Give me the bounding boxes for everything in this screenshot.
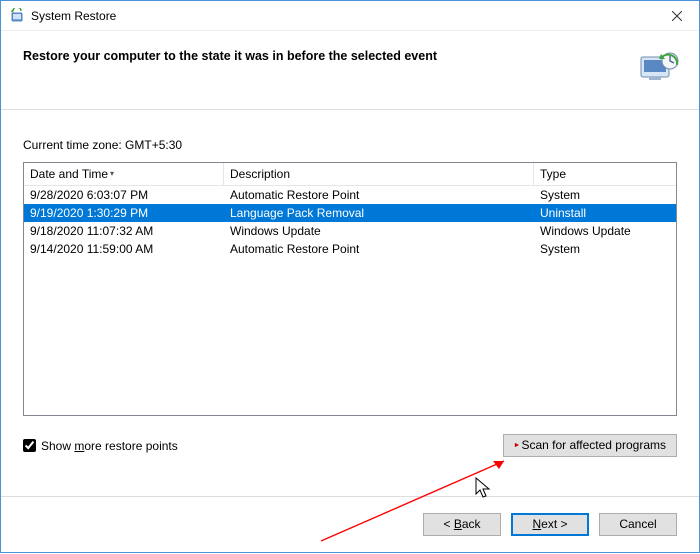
cell-description: Automatic Restore Point: [224, 188, 534, 202]
close-icon: [672, 11, 682, 21]
sort-descending-icon: ▾: [110, 170, 114, 178]
back-button[interactable]: < Back: [423, 513, 501, 536]
window-title: System Restore: [31, 9, 116, 23]
cell-date: 9/19/2020 1:30:29 PM: [24, 206, 224, 220]
cell-description: Language Pack Removal: [224, 206, 534, 220]
cell-date: 9/14/2020 11:59:00 AM: [24, 242, 224, 256]
table-header-row: Date and Time ▾ Description Type: [24, 163, 676, 186]
wizard-body: Current time zone: GMT+5:30 Date and Tim…: [1, 110, 699, 496]
table-body: 9/28/2020 6:03:07 PMAutomatic Restore Po…: [24, 186, 676, 415]
show-more-checkbox-label[interactable]: Show more restore points: [23, 439, 178, 453]
cancel-button[interactable]: Cancel: [599, 513, 677, 536]
cell-type: Uninstall: [534, 206, 676, 220]
system-restore-window: System Restore Restore your computer to …: [0, 0, 700, 553]
cell-date: 9/28/2020 6:03:07 PM: [24, 188, 224, 202]
wizard-footer: < Back Next > Cancel: [1, 496, 699, 552]
options-row: Show more restore points Scan for affect…: [23, 434, 677, 457]
cell-description: Windows Update: [224, 224, 534, 238]
table-row[interactable]: 9/28/2020 6:03:07 PMAutomatic Restore Po…: [24, 186, 676, 204]
cell-type: Windows Update: [534, 224, 676, 238]
column-header-type[interactable]: Type: [534, 163, 676, 185]
system-restore-icon: [9, 8, 25, 24]
wizard-headline: Restore your computer to the state it wa…: [23, 47, 437, 63]
column-header-date[interactable]: Date and Time ▾: [24, 163, 224, 185]
table-row[interactable]: 9/19/2020 1:30:29 PMLanguage Pack Remova…: [24, 204, 676, 222]
cell-description: Automatic Restore Point: [224, 242, 534, 256]
cell-date: 9/18/2020 11:07:32 AM: [24, 224, 224, 238]
table-row[interactable]: 9/18/2020 11:07:32 AMWindows UpdateWindo…: [24, 222, 676, 240]
close-button[interactable]: [654, 1, 699, 31]
cell-type: System: [534, 242, 676, 256]
show-more-text: Show more restore points: [41, 439, 178, 453]
column-header-date-label: Date and Time: [30, 167, 108, 181]
timezone-label: Current time zone: GMT+5:30: [23, 138, 677, 152]
restore-point-table[interactable]: Date and Time ▾ Description Type 9/28/20…: [23, 162, 677, 416]
next-button[interactable]: Next >: [511, 513, 589, 536]
column-header-description[interactable]: Description: [224, 163, 534, 185]
wizard-header: Restore your computer to the state it wa…: [1, 31, 699, 110]
cell-type: System: [534, 188, 676, 202]
show-more-checkbox[interactable]: [23, 439, 36, 452]
table-row[interactable]: 9/14/2020 11:59:00 AMAutomatic Restore P…: [24, 240, 676, 258]
scan-affected-button[interactable]: Scan for affected programs: [503, 434, 677, 457]
restore-header-icon: [635, 47, 677, 83]
titlebar: System Restore: [1, 1, 699, 31]
